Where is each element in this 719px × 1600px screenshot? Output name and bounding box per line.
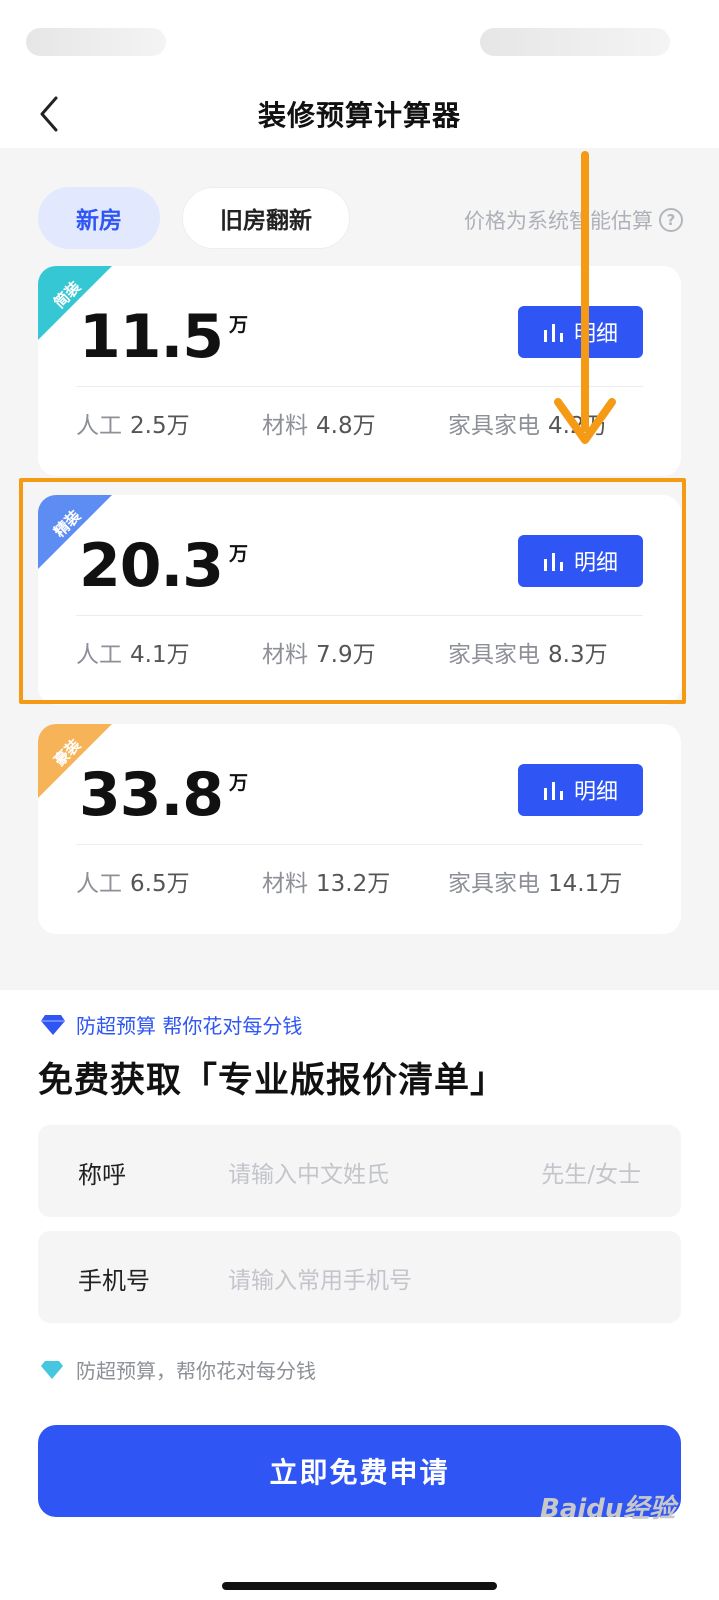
annotation-arrow-icon (554, 151, 616, 444)
